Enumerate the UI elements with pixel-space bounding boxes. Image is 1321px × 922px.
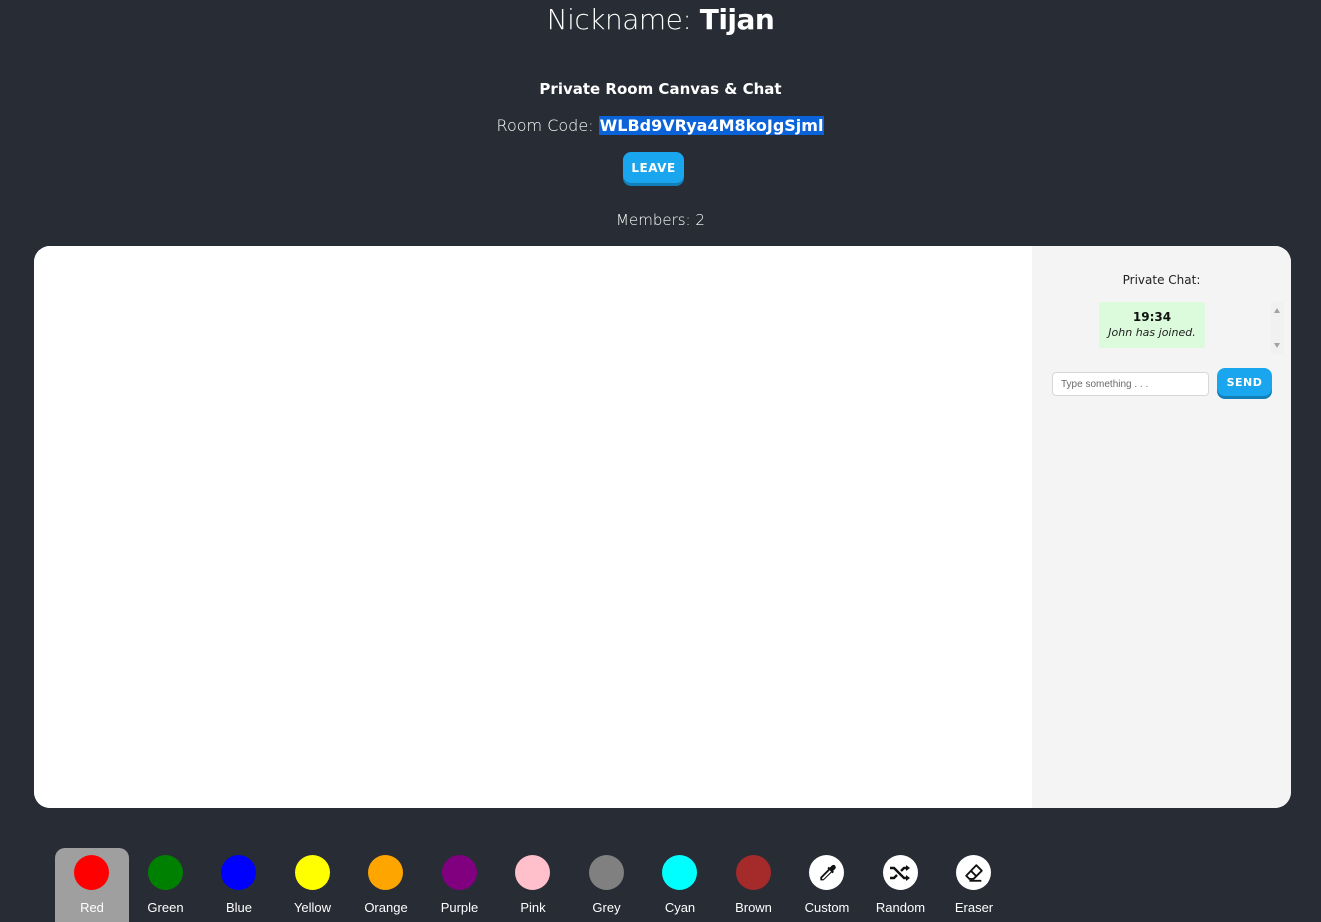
- message-time: 19:34: [1132, 310, 1172, 324]
- chat-scrollbar[interactable]: [1271, 302, 1284, 354]
- chat-panel: Private Chat: 19:34 John has joined. SEN…: [1032, 246, 1291, 808]
- eraser-icon: [956, 855, 991, 890]
- color-dot-red: [74, 855, 109, 890]
- color-dot-grey: [588, 855, 624, 890]
- scroll-down-arrow-icon[interactable]: [1274, 343, 1280, 348]
- drawing-canvas[interactable]: [34, 246, 1032, 808]
- nickname-label: Nickname:: [546, 3, 692, 36]
- room-title: Private Room Canvas & Chat: [539, 80, 782, 98]
- scroll-up-arrow-icon[interactable]: [1274, 308, 1280, 313]
- eyedropper-icon: [809, 855, 844, 890]
- send-button[interactable]: SEND: [1217, 368, 1272, 396]
- shuffle-icon: [882, 855, 918, 890]
- color-dot-brown: [735, 855, 771, 890]
- room-board: Private Chat: 19:34 John has joined. SEN…: [34, 246, 1291, 808]
- tool-eraser[interactable]: Eraser: [937, 848, 1011, 922]
- color-dot-purple: [441, 855, 477, 890]
- color-dot-blue: [221, 855, 256, 890]
- color-dot-cyan: [662, 855, 697, 890]
- color-dot-orange: [368, 855, 403, 890]
- color-dot-green: [147, 855, 183, 890]
- room-code-label: Room Code:: [496, 116, 594, 135]
- nickname-value: Tijan: [699, 3, 775, 36]
- members-count: Members: 2: [616, 211, 705, 229]
- chat-log: 19:34 John has joined.: [1046, 302, 1284, 354]
- chat-title: Private Chat:: [1122, 273, 1201, 287]
- nickname-heading: Nickname: Tijan: [0, 3, 1321, 36]
- room-code-line: Room Code: WLBd9VRya4M8koJgSjml: [0, 116, 1321, 135]
- chat-message-input[interactable]: [1052, 372, 1209, 396]
- leave-button[interactable]: LEAVE: [623, 152, 684, 183]
- room-code-value[interactable]: WLBd9VRya4M8koJgSjml: [598, 116, 825, 135]
- tool-label: Eraser: [954, 900, 994, 915]
- message-text: John has joined.: [1108, 326, 1196, 339]
- color-dot-yellow: [294, 855, 330, 890]
- color-dot-pink: [515, 855, 550, 890]
- chat-message: 19:34 John has joined.: [1099, 302, 1205, 348]
- color-palette: Red Green Blue Yellow Orange Purple Pink…: [55, 848, 1015, 922]
